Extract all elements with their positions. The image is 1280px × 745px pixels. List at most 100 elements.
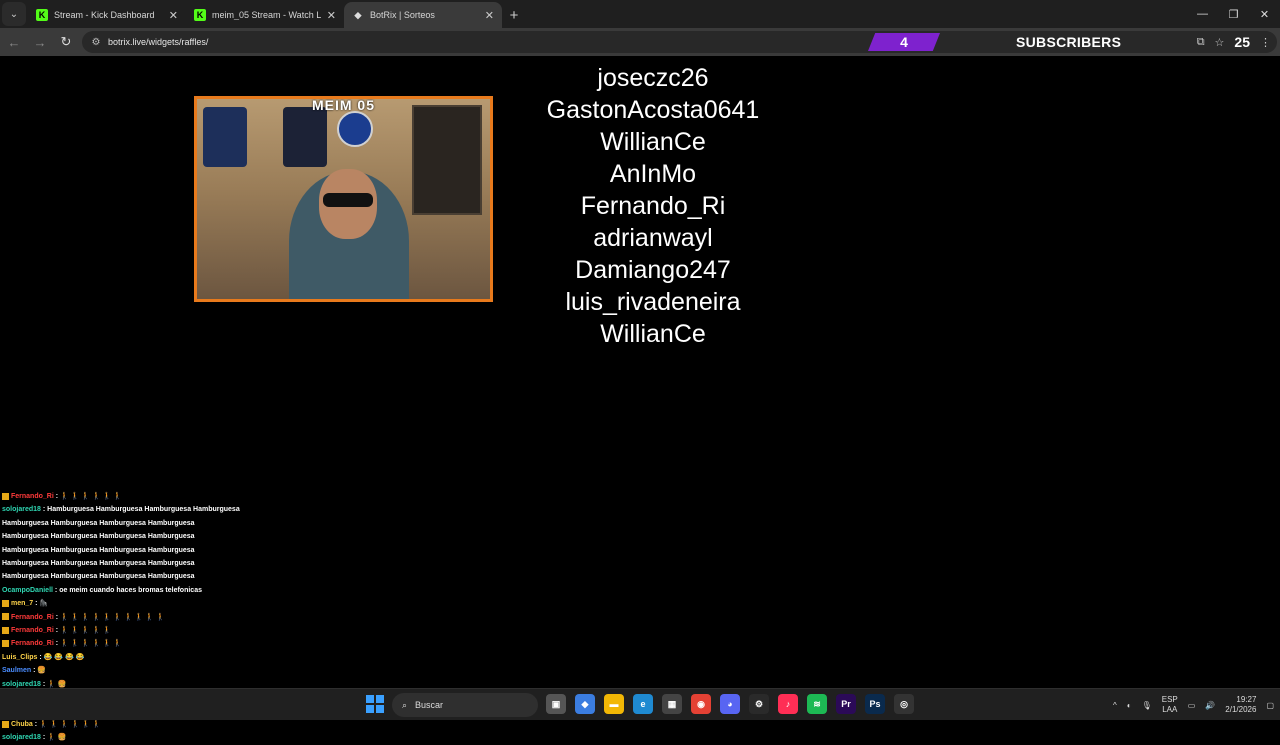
subscriber-badge-icon xyxy=(2,492,9,500)
chevron-up-icon[interactable]: ^ xyxy=(1113,701,1117,710)
edge-icon[interactable]: e xyxy=(633,694,653,714)
close-icon[interactable]: ✕ xyxy=(327,9,336,22)
window-controls: — ❐ ✕ xyxy=(1187,0,1280,28)
close-icon[interactable]: ✕ xyxy=(485,9,494,22)
webcam-label: MEIM 05 xyxy=(311,97,375,113)
raffle-participant: Damiango247 xyxy=(575,256,731,284)
botrix-favicon-icon: ◆ xyxy=(354,9,362,20)
taskbar-search[interactable]: ⌕ Buscar xyxy=(392,693,538,717)
discord-icon[interactable]: ◕ xyxy=(720,694,740,714)
chat-message: solojared18 : Hamburguesa Hamburguesa Ha… xyxy=(2,503,242,583)
back-icon[interactable]: ← xyxy=(2,30,26,54)
subscriber-count: 4 xyxy=(868,33,940,51)
volume-icon[interactable]: 🔊 xyxy=(1205,701,1215,710)
chat-text: 🚶 🚶 🚶 🚶 🚶 🚶 xyxy=(39,720,102,728)
address-bar-actions: ⧉ ☆ 25 ⋮ xyxy=(1197,31,1271,53)
chrome-icon[interactable]: ◉ xyxy=(691,694,711,714)
system-tray: ^ ◐ 🎙 ESP LAA ▭ 🔊 19:27 2/1/2026 ▢ xyxy=(1113,689,1274,721)
raffle-participant: GastonAcosta0641 xyxy=(546,96,760,124)
tab-kick-dashboard[interactable]: K Stream - Kick Dashboard ✕ xyxy=(28,2,186,28)
spotify-icon[interactable]: ≋ xyxy=(807,694,827,714)
obs-icon[interactable]: ◎ xyxy=(894,694,914,714)
forward-icon[interactable]: → xyxy=(28,30,52,54)
chat-username[interactable]: solojared18 xyxy=(2,506,41,513)
copilot-icon[interactable]: ◆ xyxy=(575,694,595,714)
windows-start-icon[interactable] xyxy=(366,695,384,713)
chat-message: Fernando_Ri : 🚶 🚶 🚶 🚶 🚶 🚶 xyxy=(2,637,242,650)
subscriber-badge-icon xyxy=(2,720,9,728)
photoshop-icon[interactable]: Ps xyxy=(865,694,885,714)
capcut-icon[interactable]: ♪ xyxy=(778,694,798,714)
chevron-down-icon: ⌄ xyxy=(9,8,19,20)
chat-username[interactable]: Fernando_Ri xyxy=(11,640,54,647)
chat-username[interactable]: solojared18 xyxy=(2,734,41,741)
shelf-decoration xyxy=(412,105,482,215)
close-icon[interactable]: ✕ xyxy=(169,9,178,22)
file-explorer-icon[interactable]: ▬ xyxy=(604,694,624,714)
chat-text: 🚶 🚶 🚶 🚶 🚶 🚶 🚶 🚶 🚶 🚶 xyxy=(60,613,165,621)
chat-username[interactable]: solojared18 xyxy=(2,681,41,688)
chat-text: 🍔 xyxy=(37,667,47,675)
chat-text: oe meim cuando haces bromas telefonicas xyxy=(59,586,202,594)
chat-username[interactable]: Saulmen xyxy=(2,667,31,674)
premiere-icon[interactable]: Pr xyxy=(836,694,856,714)
chat-text: 🦍 xyxy=(39,600,49,608)
page-content: MEIM 05 joseczc26 GastonAcosta0641 Willian… xyxy=(0,56,1280,741)
tab-meim-stream[interactable]: K meim_05 Stream - Watch Live o ✕ xyxy=(186,2,344,28)
tab-botrix-sorteos[interactable]: ◆ BotRix | Sorteos ✕ xyxy=(344,2,502,28)
site-info-icon[interactable]: ⚙ xyxy=(86,37,106,48)
task-view-icon[interactable]: ▣ xyxy=(546,694,566,714)
chat-message: Fernando_Ri : 🚶 🚶 🚶 🚶 🚶 xyxy=(2,624,242,637)
clock[interactable]: 19:27 2/1/2026 xyxy=(1225,695,1256,715)
chat-message: Saulmen : 🍔 xyxy=(2,664,242,677)
reload-icon[interactable]: ↻ xyxy=(54,30,78,54)
network-icon[interactable]: ◐ xyxy=(1127,701,1132,710)
lang-line2: LAA xyxy=(1162,705,1178,714)
subscriber-badge-icon xyxy=(2,626,9,634)
minimize-icon[interactable]: — xyxy=(1187,0,1218,28)
subscriber-badge-icon xyxy=(2,640,9,648)
chat-text: 😂 😂 😂 😂 xyxy=(43,653,85,661)
chat-username[interactable]: Fernando_Ri xyxy=(11,627,54,634)
clock-time: 19:27 xyxy=(1236,695,1257,704)
raffle-participant: AnInMo xyxy=(609,160,697,188)
extension-badge[interactable]: 25 xyxy=(1234,34,1250,50)
browser-toolbar: ← → ↻ ⚙ botrix.live/widgets/raffles/ 4 S… xyxy=(0,28,1280,56)
menu-icon[interactable]: ⋮ xyxy=(1260,36,1271,49)
close-window-icon[interactable]: ✕ xyxy=(1249,0,1280,28)
clock-date: 2/1/2026 xyxy=(1225,705,1257,714)
tab-search-button[interactable]: ⌄ xyxy=(2,2,26,26)
url-text[interactable]: botrix.live/widgets/raffles/ xyxy=(108,37,208,47)
bookmark-star-icon[interactable]: ☆ xyxy=(1215,36,1225,49)
translate-icon[interactable]: ⧉ xyxy=(1197,36,1205,49)
steam-icon[interactable]: ⚙ xyxy=(749,694,769,714)
chat-username[interactable]: Fernando_Ri xyxy=(11,614,54,621)
restore-icon[interactable]: ❐ xyxy=(1218,0,1249,28)
chat-username[interactable]: Luis_Clips xyxy=(2,654,37,661)
chat-message: men_7 : 🦍 xyxy=(2,597,242,610)
chat-message: solojared18 : 🚶 🍔 xyxy=(2,731,242,744)
microphone-icon[interactable]: 🎙 xyxy=(1142,701,1152,710)
raffle-participant: joseczc26 xyxy=(597,64,709,92)
raffle-participant: WillianCe xyxy=(600,128,706,156)
chat-username[interactable]: Fernando_Ri xyxy=(11,493,54,500)
raffle-participant-list: joseczc26 GastonAcosta0641 WillianCe AnInMo… xyxy=(503,62,803,350)
store-icon[interactable]: ▦ xyxy=(662,694,682,714)
new-tab-button[interactable]: + xyxy=(502,2,526,28)
windows-taskbar: ⌕ Buscar ▣ ◆ ▬ e ▦ ◉ ◕ ⚙ ♪ ≋ Pr Ps ◎ ^ ◐ 🎙 ESP LAA ▭… xyxy=(0,688,1280,720)
address-bar[interactable]: ⚙ botrix.live/widgets/raffles/ 4 SUBSCRI… xyxy=(82,31,1277,53)
chat-text: 🚶 🚶 🚶 🚶 🚶 🚶 xyxy=(60,640,123,648)
chat-username[interactable]: men_7 xyxy=(11,600,33,607)
search-placeholder: Buscar xyxy=(415,700,444,710)
chat-text: 🚶 🚶 🚶 🚶 🚶 🚶 xyxy=(60,493,123,500)
raffle-participant: luis_rivadeneira xyxy=(565,288,741,316)
ball-decoration xyxy=(337,111,373,147)
chat-username[interactable]: OcampoDaniell xyxy=(2,587,53,594)
chat-message: OcampoDaniell : oe meim cuando haces bro… xyxy=(2,584,242,597)
notification-icon[interactable]: ▢ xyxy=(1266,701,1274,710)
jersey-decoration xyxy=(203,107,247,167)
language-indicator[interactable]: ESP LAA xyxy=(1162,695,1178,715)
display-icon[interactable]: ▭ xyxy=(1188,701,1196,710)
chat-username[interactable]: Chuba xyxy=(11,721,33,728)
tab-title: meim_05 Stream - Watch Live o xyxy=(212,10,321,20)
